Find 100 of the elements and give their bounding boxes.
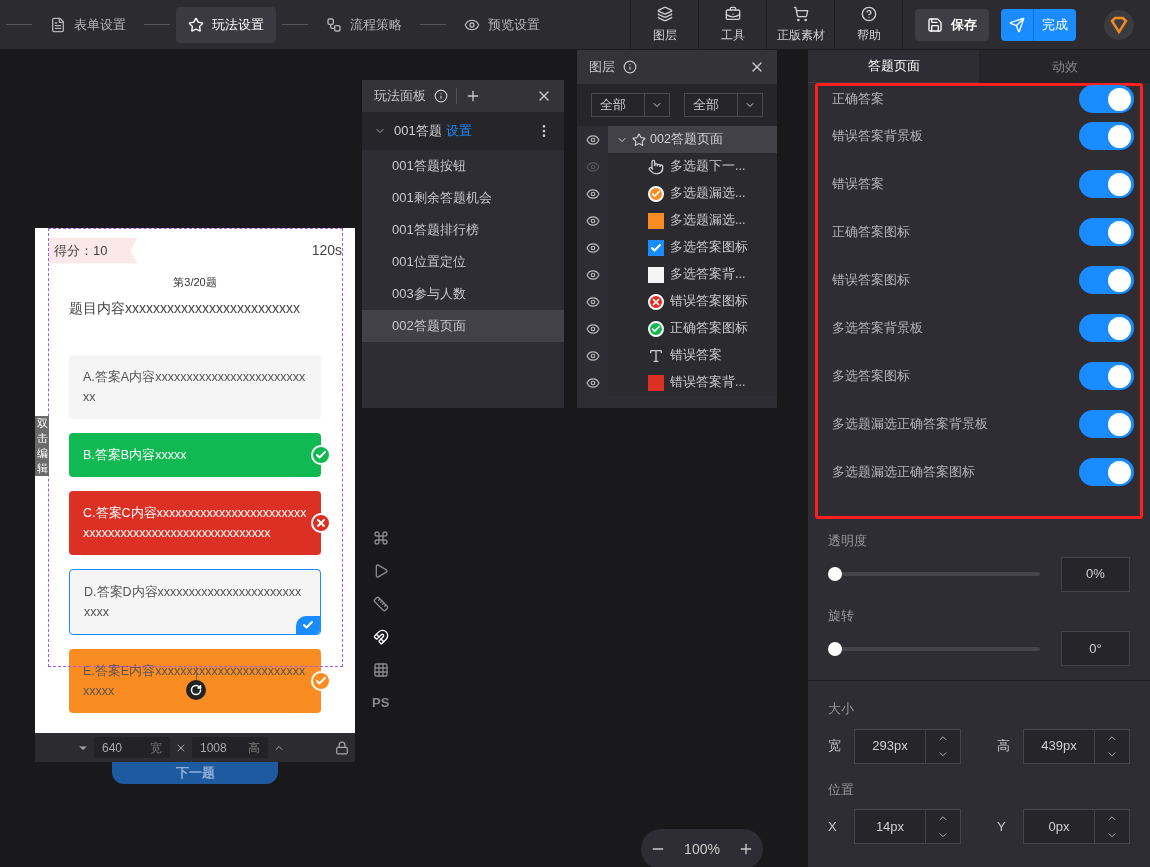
step-tab[interactable]: 玩法设置 (176, 6, 276, 43)
swatch-icon (648, 212, 664, 229)
step-tab[interactable]: 表单设置 (38, 6, 138, 43)
layer-row[interactable]: 正确答案图标 (608, 315, 777, 342)
number-field[interactable]: 0px (1023, 809, 1130, 844)
star-icon (188, 16, 204, 33)
section-label: 大小 (828, 700, 855, 718)
slider-label: 旋转 (828, 606, 855, 625)
value-field[interactable]: 0° (1061, 631, 1130, 666)
eye-icon[interactable] (585, 213, 600, 228)
height-value: 1008 (200, 739, 227, 757)
answer-option[interactable]: D.答案D内容xxxxxxxxxxxxxxxxxxxxxxxxxxx (69, 569, 321, 635)
slider[interactable] (828, 640, 1040, 657)
panel-item[interactable]: 003参与人数 (362, 278, 564, 310)
answer-option[interactable]: C.答案C内容xxxxxxxxxxxxxxxxxxxxxxxxxxxxxxxxxxxxxxxxxxxxxxxxxxxxxx (69, 491, 321, 555)
layer-row[interactable]: 错误答案图标 (608, 288, 777, 315)
layer-row[interactable]: 002答题页面 (608, 126, 777, 153)
field-label: X (828, 817, 838, 836)
info-icon (434, 89, 448, 103)
save-button[interactable]: 保存 (915, 8, 989, 41)
field-label: 宽 (828, 737, 842, 756)
cart-icon (792, 5, 809, 22)
toolbar-button[interactable]: 图层 (630, 0, 698, 49)
answer-option[interactable]: A.答案A内容xxxxxxxxxxxxxxxxxxxxxxxxxx (69, 355, 321, 419)
toggle-switch[interactable] (1079, 170, 1134, 198)
flow-icon (326, 16, 342, 33)
eye-icon[interactable] (585, 240, 600, 255)
add-icon[interactable] (465, 88, 481, 104)
slider[interactable] (828, 566, 1040, 582)
layer-row[interactable]: 错误答案背... (608, 369, 777, 396)
layer-row[interactable]: 多选答案背... (608, 261, 777, 288)
panel-item[interactable]: 001位置定位 (362, 246, 564, 278)
panel-title: 图层 (589, 58, 615, 76)
value-field[interactable]: 0% (1061, 556, 1130, 592)
swatch-icon (648, 266, 664, 283)
panel-item[interactable]: 001答题按钮 (362, 150, 564, 182)
panel-item[interactable]: 001答题排行榜 (362, 214, 564, 246)
layer-row[interactable]: 多选答案图标 (608, 234, 777, 261)
ps-button[interactable]: PS (372, 695, 390, 711)
filter-select[interactable]: 全部 (684, 93, 763, 117)
eye-icon[interactable] (585, 348, 600, 363)
toggle-label: 错误答案背景板 (832, 127, 923, 146)
slider-label: 透明度 (828, 532, 868, 550)
toggle-label: 多选题漏选正确答案背景板 (832, 415, 988, 434)
eye-icon[interactable] (585, 186, 600, 201)
step-tab[interactable]: 流程策略 (314, 6, 414, 43)
command-icon[interactable] (372, 530, 389, 546)
eye-icon[interactable] (585, 267, 600, 282)
field-label: Y (997, 817, 1007, 836)
layer-row[interactable]: 多选题漏选... (608, 207, 777, 234)
toggle-label: 错误答案图标 (832, 271, 910, 290)
toggle-switch[interactable] (1079, 218, 1134, 246)
toggle-switch[interactable] (1079, 266, 1134, 294)
toggle-switch[interactable] (1079, 458, 1134, 486)
toggle-switch[interactable] (1079, 85, 1134, 113)
step-tab[interactable]: 预览设置 (452, 6, 552, 43)
filter-select[interactable]: 全部 (591, 93, 670, 117)
edit-badge[interactable]: 双击编辑 (35, 416, 49, 476)
toggle-label: 错误答案 (832, 175, 884, 194)
text-icon (648, 347, 664, 364)
toolbar-button[interactable]: 帮助 (834, 0, 902, 49)
toggle-switch[interactable] (1079, 362, 1134, 390)
settings-link[interactable]: 设置 (445, 121, 472, 141)
toggle-label: 多选答案图标 (832, 367, 910, 386)
magnet-icon[interactable] (372, 629, 389, 645)
ruler-icon[interactable] (372, 596, 389, 612)
toggle-label: 正确答案图标 (832, 223, 910, 242)
panel-item[interactable]: 002答题页面 (362, 310, 564, 342)
info-icon (623, 60, 637, 74)
toggle-switch[interactable] (1079, 122, 1134, 150)
help-icon (860, 5, 877, 22)
eye-icon[interactable] (585, 321, 600, 336)
number-field[interactable]: 293px (854, 728, 961, 764)
zoom-value: 100% (684, 839, 720, 859)
eye-icon[interactable] (585, 294, 600, 309)
lock-icon[interactable] (335, 740, 349, 755)
hand-icon (648, 158, 664, 175)
toggle-switch[interactable] (1079, 314, 1134, 342)
toggle-label: 多选答案背景板 (832, 319, 923, 338)
question-text: 题目内容xxxxxxxxxxxxxxxxxxxxxxxxx (69, 299, 301, 318)
layer-row[interactable]: 多选题漏选... (608, 180, 777, 207)
panel-item[interactable]: 001剩余答题机会 (362, 182, 564, 214)
layer-row[interactable]: 多选题下一... (608, 153, 777, 180)
grid-icon[interactable] (372, 662, 389, 678)
panel-tab[interactable]: 动效 (979, 50, 1150, 83)
layer-row[interactable]: 错误答案 (608, 342, 777, 369)
width-value: 640 (102, 739, 123, 757)
logo-icon (1104, 9, 1134, 40)
number-field[interactable]: 14px (854, 809, 961, 844)
toggle-switch[interactable] (1079, 410, 1134, 438)
toolbar-button[interactable]: 工具 (698, 0, 766, 49)
section-label: 位置 (828, 780, 855, 799)
document-icon (50, 16, 66, 33)
toolbar-button[interactable]: 正版素材 (766, 0, 834, 49)
eye-icon[interactable] (585, 132, 600, 147)
number-field[interactable]: 439px (1023, 728, 1130, 764)
checkbox-icon (648, 239, 664, 256)
eye-icon[interactable] (585, 375, 600, 390)
star-icon (632, 132, 646, 147)
toolbox-icon (724, 5, 741, 22)
